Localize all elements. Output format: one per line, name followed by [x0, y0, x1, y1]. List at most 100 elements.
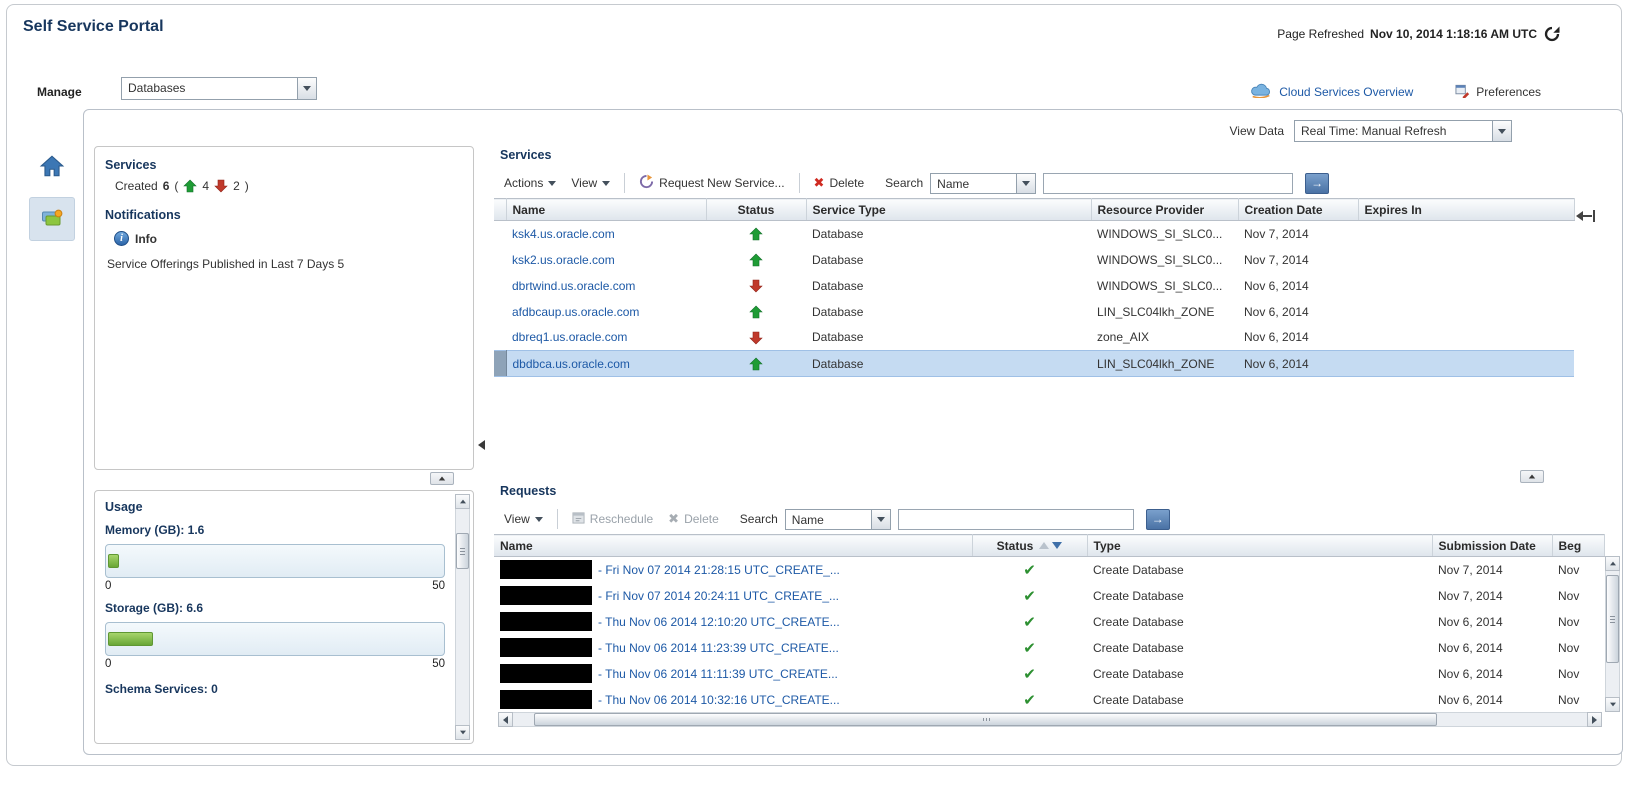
- delete-button[interactable]: ✖ Delete: [810, 175, 869, 191]
- resource-provider-cell: WINDOWS_SI_SLC0...: [1097, 226, 1223, 241]
- triangle-right-icon: [1592, 715, 1597, 724]
- reschedule-button[interactable]: Reschedule: [568, 511, 657, 527]
- col-header-resource-provider[interactable]: Resource Provider: [1091, 198, 1239, 221]
- service-name-link[interactable]: dbreq1.us.oracle.com: [512, 330, 627, 344]
- view-data-select[interactable]: Real Time: Manual Refresh: [1294, 120, 1512, 142]
- request-name-link[interactable]: - Thu Nov 06 2014 11:23:39 UTC_CREATE...: [598, 641, 839, 655]
- manage-select[interactable]: Databases: [121, 77, 317, 100]
- col-header-creation-date[interactable]: Creation Date: [1238, 198, 1359, 221]
- up-count: 4: [202, 179, 210, 193]
- notifications-title: Notifications: [105, 208, 181, 222]
- redacted-text: [500, 638, 592, 657]
- refresh-icon[interactable]: [1543, 25, 1561, 43]
- col-header-submission-date[interactable]: Submission Date: [1432, 534, 1553, 557]
- service-name-link[interactable]: dbdbca.us.oracle.com: [513, 357, 630, 371]
- request-name-link[interactable]: - Fri Nov 07 2014 21:28:15 UTC_CREATE_..…: [598, 563, 840, 577]
- request-row[interactable]: - Thu Nov 06 2014 12:10:20 UTC_CREATE...…: [494, 609, 1604, 635]
- requests-delete-button[interactable]: ✖ Delete: [664, 511, 723, 527]
- submission-date-cell: Nov 6, 2014: [1438, 640, 1503, 655]
- collapse-left-pane-button[interactable]: [430, 472, 454, 485]
- request-type-cell: Create Database: [1093, 666, 1184, 681]
- scrollbar-thumb[interactable]: [456, 533, 469, 569]
- request-name-link[interactable]: - Thu Nov 06 2014 11:11:39 UTC_CREATE...: [598, 667, 838, 681]
- sort-desc-icon[interactable]: [1052, 542, 1063, 549]
- scrollbar-track[interactable]: [1605, 571, 1620, 697]
- scrollbar-track[interactable]: [513, 712, 1587, 727]
- sidebar-tab-home[interactable]: [29, 145, 75, 189]
- services-table: Name Status Service Type Resource Provid…: [494, 198, 1575, 377]
- service-name-link[interactable]: ksk4.us.oracle.com: [512, 227, 615, 241]
- down-count: 2: [233, 179, 240, 193]
- sidebar-tab-chargeback[interactable]: [29, 197, 75, 241]
- service-name-link[interactable]: dbrtwind.us.oracle.com: [512, 279, 635, 293]
- cloud-services-overview-link[interactable]: Cloud Services Overview: [1249, 83, 1413, 101]
- scale-max: 50: [432, 658, 445, 670]
- requests-view-menu-button[interactable]: View: [500, 512, 547, 526]
- requests-search-category-value: Name: [791, 512, 824, 527]
- service-row[interactable]: dbreq1.us.oracle.com Database zone_AIX N…: [494, 325, 1574, 351]
- col-header-begin-date[interactable]: Beg: [1552, 534, 1605, 557]
- triangle-left-icon: [503, 715, 508, 724]
- resource-provider-cell: WINDOWS_SI_SLC0...: [1097, 278, 1223, 293]
- col-header-service-type[interactable]: Service Type: [806, 198, 1092, 221]
- chargeback-icon: [40, 206, 64, 233]
- delete-label: Delete: [829, 176, 865, 190]
- request-row[interactable]: - Thu Nov 06 2014 10:32:16 UTC_CREATE...…: [494, 687, 1604, 713]
- request-row[interactable]: - Thu Nov 06 2014 11:23:39 UTC_CREATE...…: [494, 635, 1604, 661]
- sort-asc-icon[interactable]: [1039, 542, 1050, 549]
- actions-menu-button[interactable]: Actions: [500, 176, 560, 190]
- scrollbar-thumb[interactable]: [534, 713, 1437, 726]
- request-row[interactable]: - Fri Nov 07 2014 20:24:11 UTC_CREATE_..…: [494, 583, 1604, 609]
- request-name-link[interactable]: - Thu Nov 06 2014 12:10:20 UTC_CREATE...: [598, 615, 840, 629]
- scrollbar-thumb[interactable]: [1606, 575, 1619, 663]
- scroll-down-button[interactable]: [1605, 697, 1620, 712]
- requests-search-go-button[interactable]: →: [1145, 508, 1170, 530]
- requests-search-category-select[interactable]: Name: [784, 508, 891, 530]
- services-search-go-button[interactable]: →: [1305, 172, 1330, 194]
- service-row[interactable]: ksk4.us.oracle.com Database WINDOWS_SI_S…: [494, 221, 1574, 247]
- view-menu-button[interactable]: View: [567, 176, 614, 190]
- view-menu-label: View: [504, 512, 530, 526]
- requests-search-input[interactable]: [897, 508, 1134, 530]
- scrollbar-track[interactable]: [455, 509, 470, 725]
- col-header-status[interactable]: Status: [972, 534, 1088, 557]
- row-marker: [494, 350, 507, 377]
- service-name-link[interactable]: afdbcaup.us.oracle.com: [512, 305, 639, 319]
- col-header-type[interactable]: Type: [1087, 534, 1433, 557]
- scroll-up-button[interactable]: [455, 494, 470, 509]
- scroll-left-button[interactable]: [498, 712, 513, 727]
- col-header-status[interactable]: Status: [706, 198, 807, 221]
- service-name-link[interactable]: ksk2.us.oracle.com: [512, 253, 615, 267]
- usage-scrollbar[interactable]: [455, 494, 470, 740]
- request-name-link[interactable]: - Thu Nov 06 2014 10:32:16 UTC_CREATE...: [598, 693, 840, 707]
- services-search-input[interactable]: [1043, 172, 1294, 194]
- notification-text: Service Offerings Published in Last 7 Da…: [107, 257, 345, 271]
- col-header-name[interactable]: Name: [506, 198, 707, 221]
- service-row[interactable]: dbrtwind.us.oracle.com Database WINDOWS_…: [494, 273, 1574, 299]
- preferences-link[interactable]: Preferences: [1455, 83, 1541, 101]
- scroll-right-button[interactable]: [1587, 712, 1602, 727]
- service-row[interactable]: dbdbca.us.oracle.com Database LIN_SLC04l…: [494, 350, 1574, 377]
- request-type-cell: Create Database: [1093, 588, 1184, 603]
- request-new-service-button[interactable]: Request New Service...: [635, 174, 788, 192]
- service-row[interactable]: afdbcaup.us.oracle.com Database LIN_SLC0…: [494, 299, 1574, 325]
- created-label: Created: [115, 179, 158, 193]
- request-name-link[interactable]: - Fri Nov 07 2014 20:24:11 UTC_CREATE_..…: [598, 589, 839, 603]
- col-header-expires-in[interactable]: Expires In: [1358, 198, 1575, 221]
- services-search-category-select[interactable]: Name: [930, 172, 1037, 194]
- scroll-down-button[interactable]: [455, 725, 470, 740]
- home-icon: [39, 153, 65, 182]
- collapse-left-icon: [478, 440, 485, 450]
- splitter-collapse-button[interactable]: [478, 440, 485, 450]
- handle-line: [1583, 215, 1592, 217]
- requests-h-scrollbar[interactable]: [498, 712, 1602, 727]
- requests-v-scrollbar[interactable]: [1605, 556, 1620, 712]
- request-row[interactable]: - Fri Nov 07 2014 21:28:15 UTC_CREATE_..…: [494, 557, 1604, 583]
- col-header-name[interactable]: Name: [494, 534, 973, 557]
- service-row[interactable]: ksk2.us.oracle.com Database WINDOWS_SI_S…: [494, 247, 1574, 273]
- restore-pane-handle[interactable]: [1576, 210, 1595, 222]
- request-row[interactable]: - Thu Nov 06 2014 11:11:39 UTC_CREATE...…: [494, 661, 1604, 687]
- begin-date-cell: Nov: [1558, 562, 1580, 577]
- reschedule-label: Reschedule: [589, 512, 654, 526]
- scroll-up-button[interactable]: [1605, 556, 1620, 571]
